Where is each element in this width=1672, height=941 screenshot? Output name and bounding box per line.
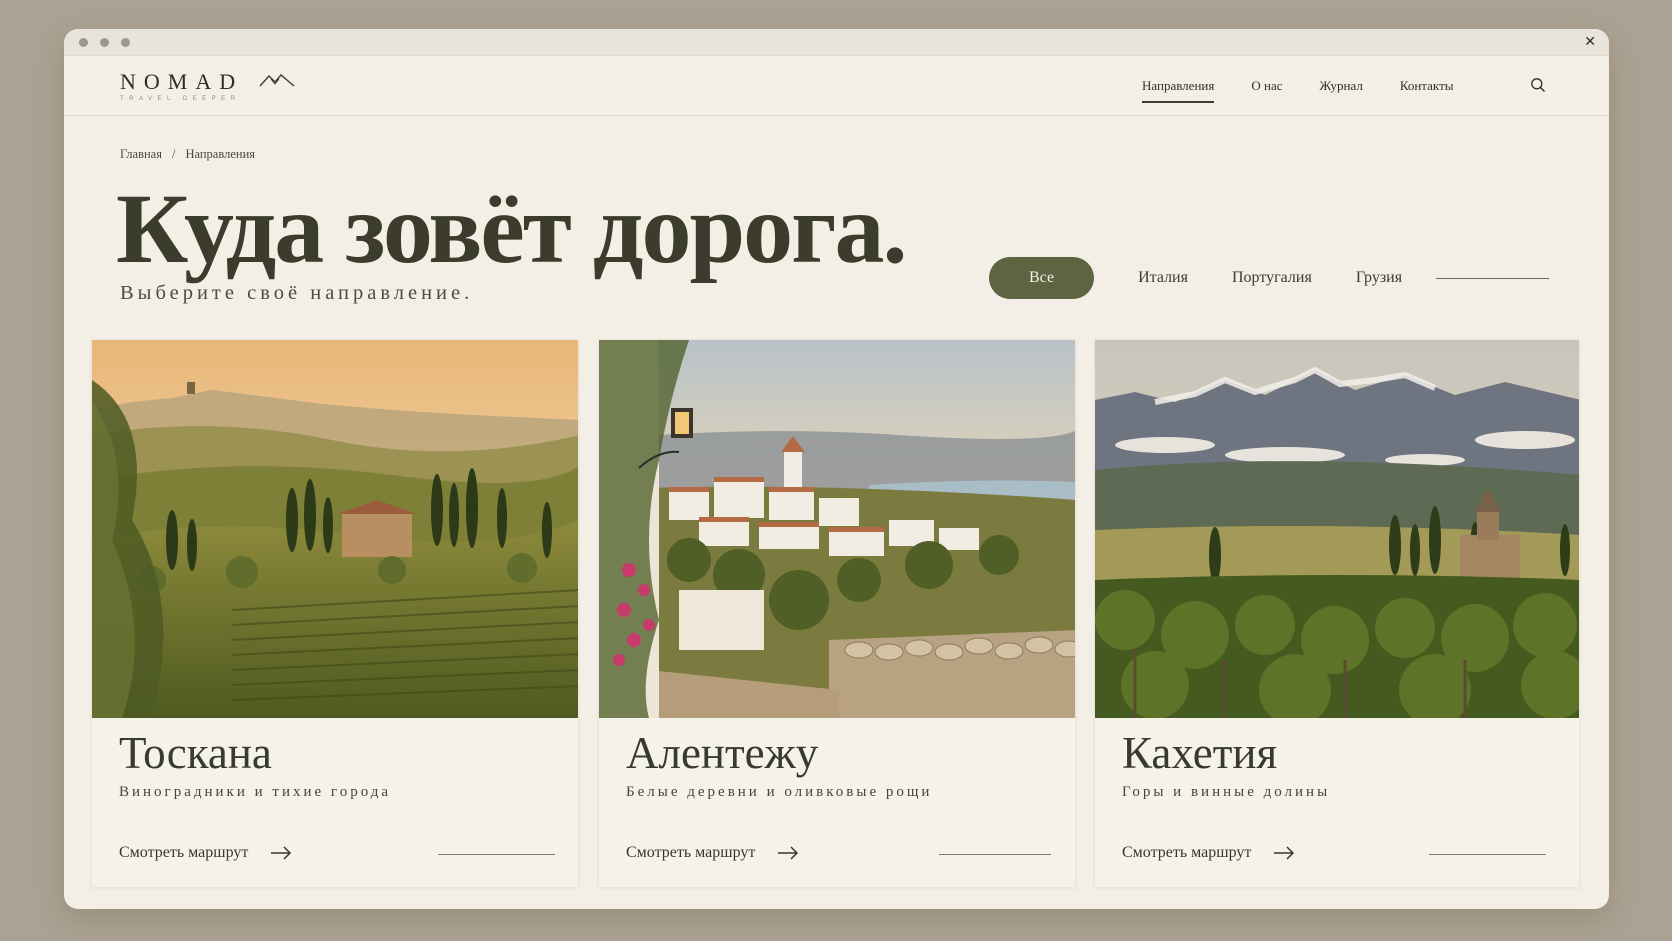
card-subtitle: Белые деревни и оливковые рощи (626, 784, 933, 800)
breadcrumb-separator: / (171, 147, 176, 161)
mountains-icon (259, 74, 295, 87)
nav-item-directions[interactable]: Направления (1142, 77, 1215, 103)
close-icon[interactable]: ✕ (1584, 33, 1596, 51)
title-bar: ✕ (64, 29, 1609, 56)
card-title: Тоскана (119, 728, 272, 778)
breadcrumb-home[interactable]: Главная (120, 147, 162, 162)
filter-all-button[interactable]: Все (989, 257, 1095, 299)
card-divider (438, 854, 555, 855)
site-header: NOMAD TRAVEL DEEPER Направления О нас Жу… (64, 56, 1609, 116)
destination-card[interactable]: Тоскана Виноградники и тихие города Смот… (91, 339, 579, 888)
card-image-alentejo (599, 340, 1075, 718)
arrow-right-icon (271, 846, 292, 860)
filter-bar: Все Италия Португалия Грузия (989, 257, 1550, 299)
destination-cards: Тоскана Виноградники и тихие города Смот… (91, 339, 1580, 888)
window-dot[interactable] (121, 38, 130, 47)
view-route-button[interactable]: Смотреть маршрут (119, 844, 292, 862)
view-route-label: Смотреть маршрут (1122, 844, 1252, 861)
view-route-button[interactable]: Смотреть маршрут (1122, 844, 1295, 862)
window-dot[interactable] (79, 38, 88, 47)
page-subtitle: Выберите своё направление. (120, 282, 474, 304)
breadcrumb: Главная / Направления (120, 147, 255, 162)
window-dots (79, 38, 130, 47)
filter-georgia[interactable]: Грузия (1356, 269, 1402, 287)
filter-divider (1436, 277, 1550, 279)
card-divider (1429, 854, 1546, 855)
card-divider (939, 854, 1051, 855)
arrow-right-icon (1274, 846, 1295, 860)
search-icon[interactable] (1530, 77, 1546, 93)
nav-item-about[interactable]: О нас (1251, 77, 1282, 95)
view-route-button[interactable]: Смотреть маршрут (626, 844, 799, 862)
card-title: Кахетия (1122, 728, 1278, 778)
card-image-kakheti (1095, 340, 1579, 718)
main-nav: Направления О нас Журнал Контакты (1142, 77, 1454, 103)
card-body: Алентежу Белые деревни и оливковые рощи … (599, 718, 1075, 887)
card-title: Алентежу (626, 728, 819, 778)
browser-window: ✕ NOMAD TRAVEL DEEPER Направления О нас … (64, 29, 1609, 909)
filter-portugal[interactable]: Португалия (1232, 269, 1312, 287)
destination-card[interactable]: Кахетия Горы и винные долины Смотреть ма… (1094, 339, 1580, 888)
card-image-tuscany (92, 340, 578, 718)
arrow-right-icon (778, 846, 799, 860)
page-title: Куда зовёт дорога. (116, 173, 908, 284)
destination-card[interactable]: Алентежу Белые деревни и оливковые рощи … (598, 339, 1076, 888)
view-route-label: Смотреть маршрут (119, 844, 249, 861)
filter-italy[interactable]: Италия (1138, 269, 1188, 287)
logo-tagline: TRAVEL DEEPER (120, 96, 241, 102)
logo[interactable]: NOMAD TRAVEL DEEPER (120, 70, 243, 103)
view-route-label: Смотреть маршрут (626, 844, 756, 861)
card-subtitle: Горы и винные долины (1122, 784, 1331, 800)
card-body: Тоскана Виноградники и тихие города Смот… (92, 718, 578, 887)
logo-wordmark: NOMAD (120, 69, 244, 94)
card-body: Кахетия Горы и винные долины Смотреть ма… (1095, 718, 1579, 887)
breadcrumb-current: Направления (185, 147, 256, 161)
window-dot[interactable] (100, 38, 109, 47)
nav-item-journal[interactable]: Журнал (1319, 77, 1362, 95)
nav-item-contacts[interactable]: Контакты (1400, 77, 1454, 95)
card-subtitle: Виноградники и тихие города (119, 784, 392, 800)
